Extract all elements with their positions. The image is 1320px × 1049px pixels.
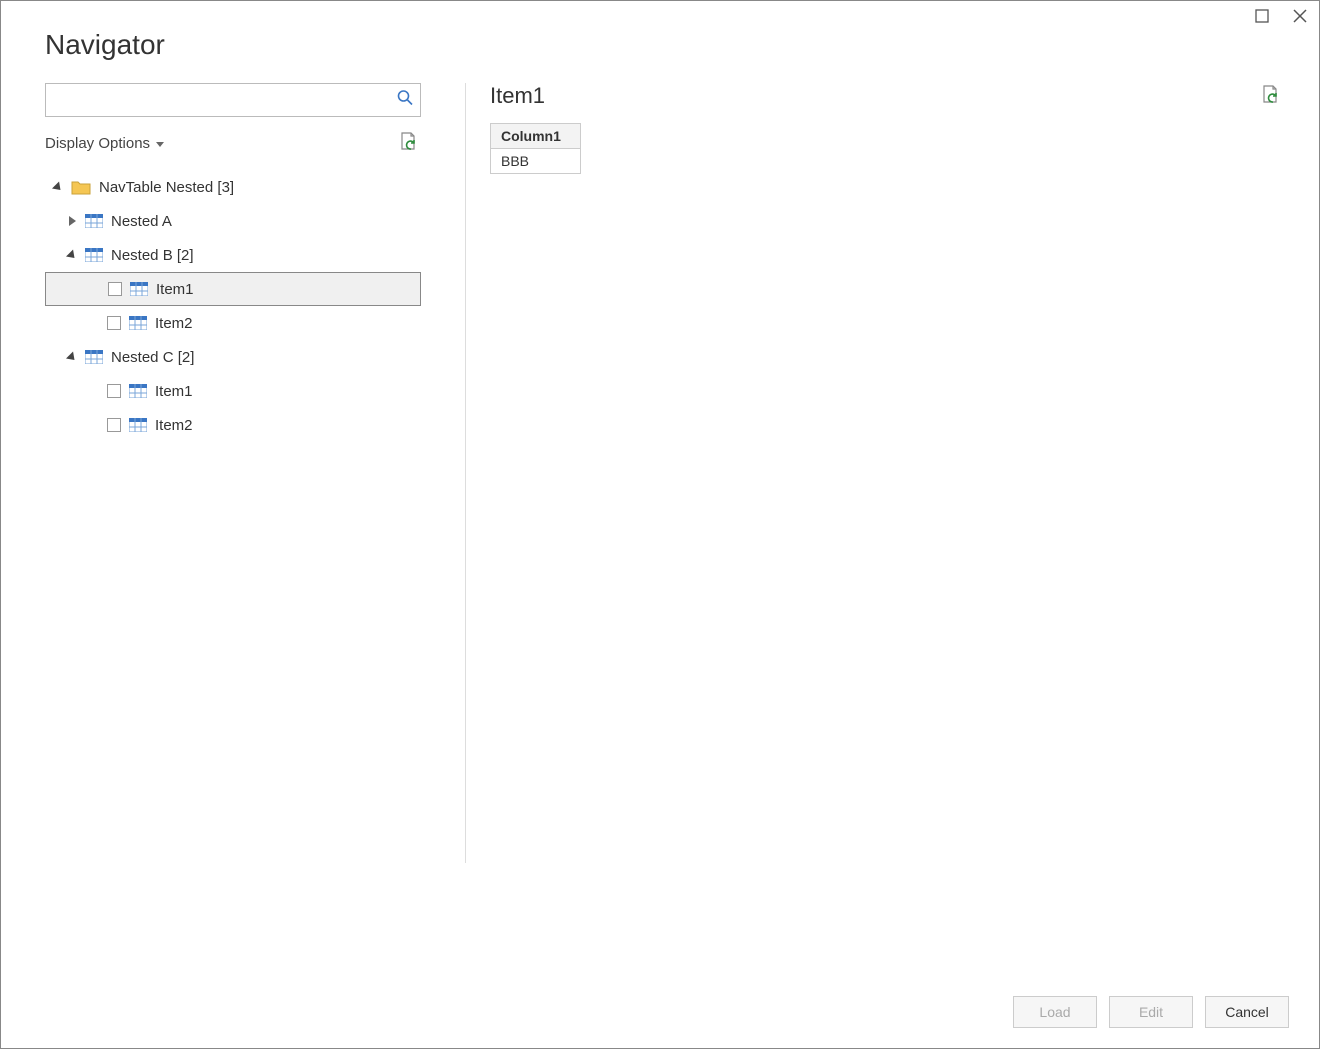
display-options-dropdown[interactable]: Display Options <box>45 135 164 152</box>
table-icon <box>129 418 147 432</box>
dialog-title: Navigator <box>1 1 1319 61</box>
tree-node-nested-a[interactable]: Nested A <box>45 204 421 238</box>
refresh-button[interactable] <box>399 131 417 156</box>
table-icon <box>129 316 147 330</box>
tree-leaf-c-item2[interactable]: Item2 <box>45 408 421 442</box>
tree-node-root[interactable]: NavTable Nested [3] <box>45 170 421 204</box>
checkbox[interactable] <box>107 418 121 432</box>
table-icon <box>85 350 103 364</box>
folder-icon <box>71 179 91 195</box>
preview-refresh-button[interactable] <box>1261 84 1279 109</box>
column-header[interactable]: Column1 <box>491 124 581 149</box>
table-icon <box>85 248 103 262</box>
navigator-left-pane: Display Options NavTable Nested [3] <box>1 83 441 883</box>
dialog-footer: Load Edit Cancel <box>1013 996 1289 1028</box>
display-options-label: Display Options <box>45 135 150 152</box>
edit-button[interactable]: Edit <box>1109 996 1193 1028</box>
preview-table: Column1 BBB <box>490 123 581 174</box>
options-row: Display Options <box>45 131 421 156</box>
search-icon[interactable] <box>396 89 414 112</box>
tree-node-label: Nested A <box>111 213 172 230</box>
expander-icon[interactable] <box>67 354 77 361</box>
tree-node-nested-b[interactable]: Nested B [2] <box>45 238 421 272</box>
table-row[interactable]: BBB <box>491 149 581 174</box>
tree-leaf-c-item1[interactable]: Item1 <box>45 374 421 408</box>
search-input[interactable] <box>46 84 420 116</box>
tree-node-label: Item2 <box>155 315 193 332</box>
chevron-down-icon <box>156 142 164 147</box>
tree-node-label: NavTable Nested [3] <box>99 179 234 196</box>
tree-leaf-b-item1[interactable]: Item1 <box>45 272 421 306</box>
expander-icon[interactable] <box>67 216 77 226</box>
preview-pane: Item1 Column1 BBB <box>490 83 1319 883</box>
tree-node-label: Item2 <box>155 417 193 434</box>
search-box[interactable] <box>45 83 421 117</box>
splitter[interactable] <box>465 83 466 863</box>
table-header-row: Column1 <box>491 124 581 149</box>
table-icon <box>129 384 147 398</box>
checkbox[interactable] <box>108 282 122 296</box>
table-cell: BBB <box>491 149 581 174</box>
navigator-tree: NavTable Nested [3] Nested A Nested B [2… <box>45 170 421 442</box>
preview-title: Item1 <box>490 83 545 109</box>
expander-icon[interactable] <box>67 252 77 259</box>
preview-header: Item1 <box>490 83 1279 109</box>
table-icon <box>130 282 148 296</box>
tree-node-label: Nested C [2] <box>111 349 194 366</box>
window-controls <box>1253 7 1309 25</box>
tree-node-label: Nested B [2] <box>111 247 194 264</box>
expander-icon[interactable] <box>53 184 63 191</box>
tree-node-nested-c[interactable]: Nested C [2] <box>45 340 421 374</box>
cancel-button[interactable]: Cancel <box>1205 996 1289 1028</box>
checkbox[interactable] <box>107 316 121 330</box>
maximize-button[interactable] <box>1253 7 1271 25</box>
checkbox[interactable] <box>107 384 121 398</box>
close-button[interactable] <box>1291 7 1309 25</box>
main-area: Display Options NavTable Nested [3] <box>1 83 1319 883</box>
tree-node-label: Item1 <box>156 281 194 298</box>
load-button[interactable]: Load <box>1013 996 1097 1028</box>
table-icon <box>85 214 103 228</box>
tree-leaf-b-item2[interactable]: Item2 <box>45 306 421 340</box>
tree-node-label: Item1 <box>155 383 193 400</box>
